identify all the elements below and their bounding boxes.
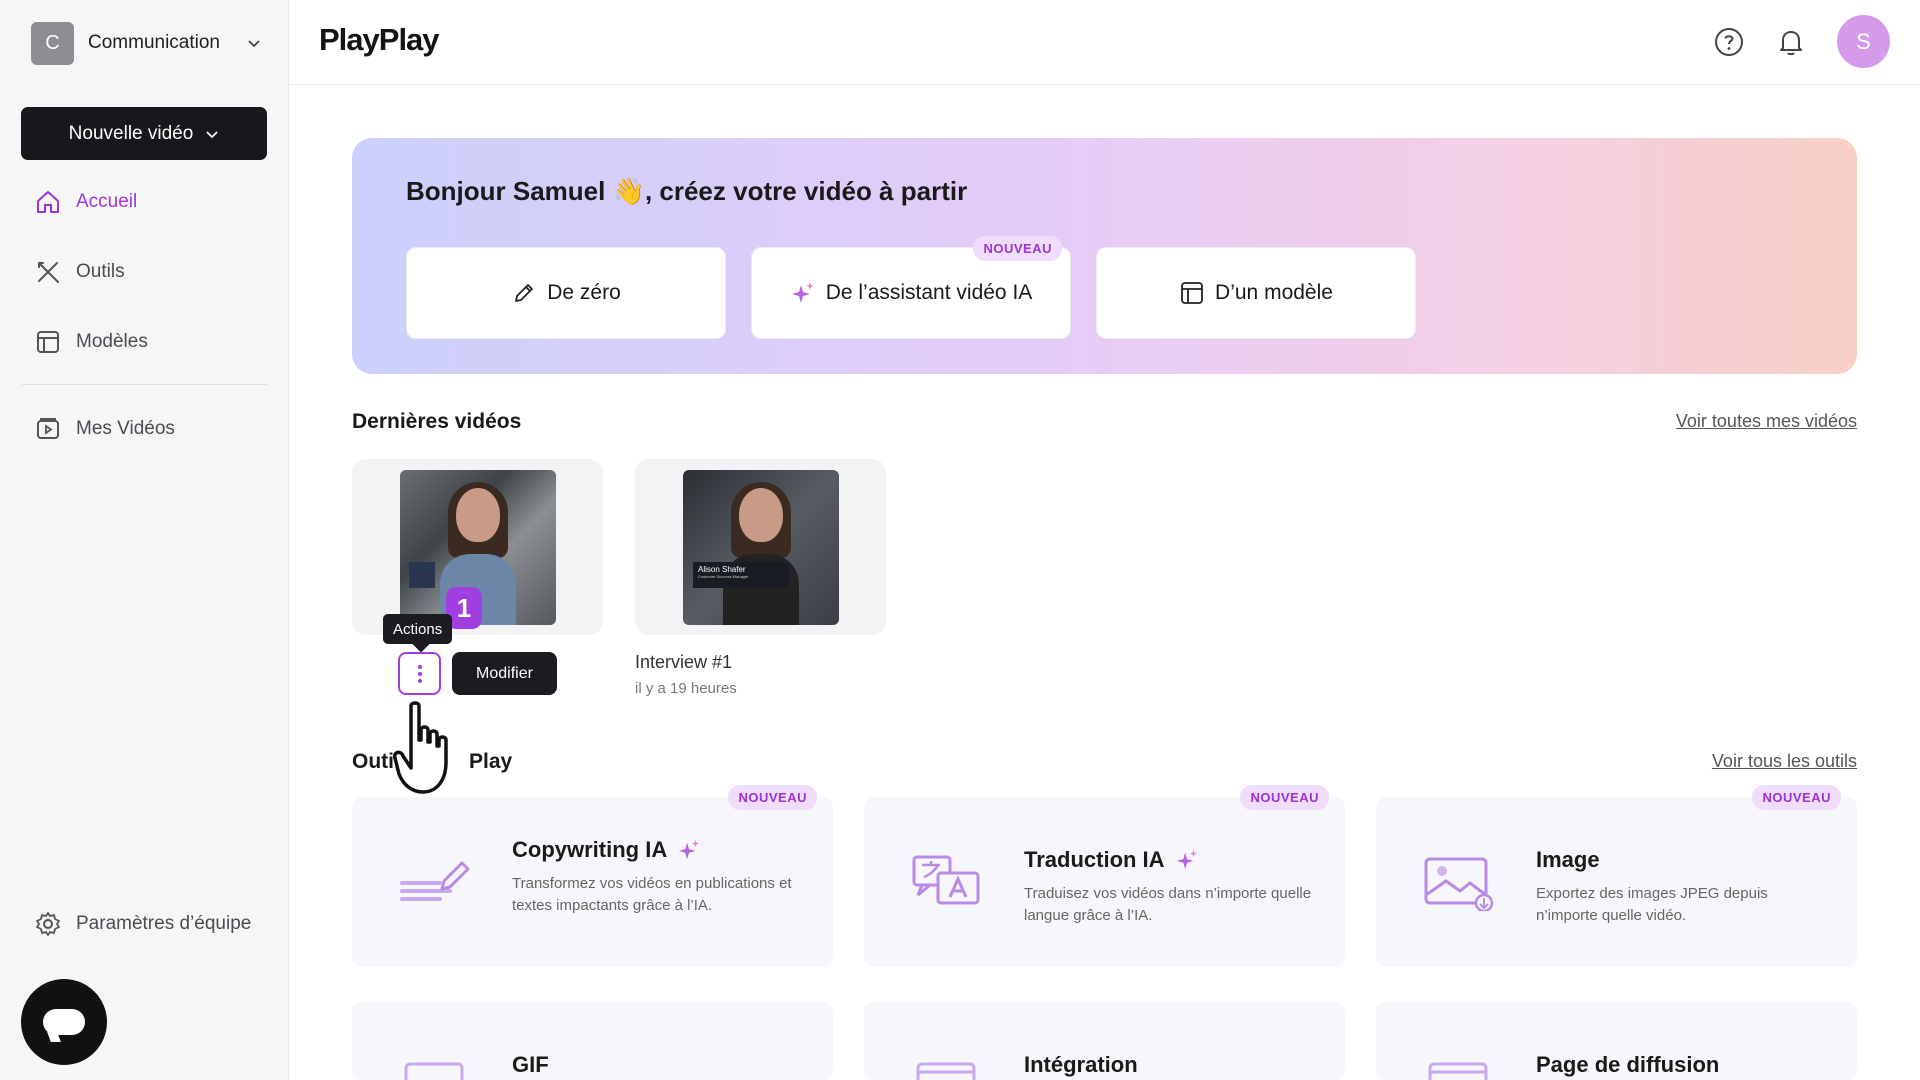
broadcast-page-icon — [1428, 1062, 1488, 1080]
sidebar: C Communication Nouvelle vidéo Accueil O… — [0, 0, 289, 1080]
tools-title-right: Play — [469, 750, 513, 773]
create-options: De zéro NOUVEAU De l’assistant vidéo IA … — [406, 236, 1416, 339]
nav-divider — [22, 384, 267, 385]
nav-item-templates[interactable]: Modèles — [22, 320, 268, 364]
integration-icon — [916, 1062, 976, 1080]
nav-item-tools[interactable]: Outils — [22, 250, 268, 294]
latest-videos-title: Dernières vidéos — [352, 410, 522, 433]
nav-item-my-videos[interactable]: Mes Vidéos — [22, 407, 268, 451]
template-label: D’un modèle — [1215, 281, 1333, 304]
main-nav: Accueil Outils Modèles — [22, 180, 268, 390]
scratch-label: De zéro — [547, 281, 621, 304]
video-title[interactable]: Interview #1 — [635, 652, 732, 673]
chat-icon — [43, 1009, 85, 1035]
workspace-name: Communication — [88, 32, 220, 53]
tool-description: Traduisez vos vidéos dans n’importe quel… — [1024, 885, 1312, 924]
tool-title: Intégration — [1024, 1052, 1138, 1077]
workspace-switcher[interactable]: C Communication — [31, 21, 261, 65]
nav-label-templates: Modèles — [76, 331, 148, 352]
app-logo: PlayPlay — [319, 22, 440, 57]
tools-icon — [38, 262, 59, 283]
tool-title: GIF — [512, 1052, 549, 1077]
tool-card-integration[interactable]: Intégration — [864, 1002, 1345, 1080]
video-library-icon — [37, 418, 59, 439]
team-settings-label: Paramètres d’équipe — [76, 913, 252, 934]
new-video-button[interactable]: Nouvelle vidéo — [21, 107, 267, 160]
sparkle-icon — [1176, 849, 1197, 870]
gif-icon — [404, 1062, 464, 1080]
video-timestamp: il y a 19 heures — [635, 680, 737, 697]
tool-card-gif[interactable]: GIF — [352, 1002, 833, 1080]
sparkle-icon — [791, 282, 814, 303]
tool-name: Image — [1536, 847, 1600, 873]
tool-description: Transformez vos vidéos en publications e… — [512, 875, 792, 914]
tool-name: Page de diffusion — [1536, 1052, 1719, 1078]
top-icons: S — [1713, 15, 1890, 68]
tool-card-broadcast-page[interactable]: Page de diffusion — [1376, 1002, 1857, 1080]
chevron-down-icon — [248, 40, 260, 48]
image-export-icon — [1424, 857, 1494, 911]
nav-label-tools: Outils — [76, 261, 125, 282]
person-image — [723, 482, 799, 625]
translation-icon — [912, 855, 980, 905]
new-badge: NOUVEAU — [1752, 785, 1841, 810]
logo-overlay — [409, 562, 435, 588]
tool-name: GIF — [512, 1052, 549, 1078]
see-all-tools-link[interactable]: Voir tous les outils — [1712, 751, 1857, 772]
edit-video-button[interactable]: Modifier — [452, 652, 557, 695]
tool-title: Page de diffusion — [1536, 1052, 1720, 1077]
tools-title-left: Outi — [352, 750, 394, 773]
tool-title: Image — [1536, 847, 1600, 872]
template-icon — [1181, 282, 1203, 304]
new-badge: NOUVEAU — [1240, 785, 1329, 810]
team-settings-link[interactable]: Paramètres d’équipe — [34, 910, 251, 938]
workspace-badge: C — [31, 21, 74, 65]
greeting-title: Bonjour Samuel 👋, créez votre vidéo à pa… — [406, 176, 968, 206]
create-from-scratch-button[interactable]: De zéro — [406, 247, 726, 339]
nav-item-home[interactable]: Accueil — [22, 180, 268, 224]
tool-card-image[interactable]: NOUVEAU Image Exportez des images JPEG d… — [1376, 785, 1857, 967]
chevron-down-icon — [206, 130, 218, 138]
template-icon — [37, 331, 59, 353]
tool-card-translation[interactable]: NOUVEAU Traduction IA Traduisez vos vidé… — [864, 785, 1345, 967]
create-from-template-button[interactable]: D’un modèle — [1096, 247, 1416, 339]
tool-name: Traduction IA — [1024, 847, 1199, 873]
lower-third-caption: Alison Shafer Customer Success Manager — [693, 562, 789, 588]
actions-tooltip: Actions — [383, 614, 453, 644]
nav-label-my-videos: Mes Vidéos — [76, 418, 175, 439]
new-video-label: Nouvelle vidéo — [68, 122, 194, 144]
hand-cursor-icon — [393, 701, 448, 794]
tool-card-copywriting[interactable]: NOUVEAU Copywriting IA Transformez vos v… — [352, 785, 833, 967]
home-icon — [37, 191, 59, 213]
chat-support-button[interactable] — [21, 979, 107, 1065]
user-avatar[interactable]: S — [1837, 15, 1890, 68]
create-video-banner: Bonjour Samuel 👋, créez votre vidéo à pa… — [352, 138, 1857, 374]
top-bar: PlayPlay S — [289, 0, 1920, 85]
tool-title: Traduction IA — [1024, 847, 1165, 872]
see-all-videos-link[interactable]: Voir toutes mes vidéos — [1676, 411, 1857, 432]
tool-description: Exportez des images JPEG depuis n’import… — [1536, 885, 1768, 924]
tool-name: Copywriting IA — [512, 837, 701, 863]
video-card[interactable]: Alison Shafer Customer Success Manager — [635, 459, 886, 635]
nav-label-home: Accueil — [76, 191, 138, 212]
lower-third-role: Customer Success Manager — [698, 573, 749, 579]
copywriting-icon — [400, 861, 470, 901]
tool-name: Intégration — [1024, 1052, 1138, 1078]
pencil-icon — [515, 284, 534, 302]
ai-assistant-label: De l’assistant vidéo IA — [825, 281, 1033, 304]
more-actions-button[interactable] — [398, 652, 441, 695]
bell-icon[interactable] — [1775, 26, 1807, 58]
new-badge: NOUVEAU — [728, 785, 817, 810]
create-from-ai-assistant-button[interactable]: NOUVEAU De l’assistant vidéo IA — [751, 236, 1071, 339]
help-icon[interactable] — [1713, 26, 1745, 58]
sparkle-icon — [679, 839, 700, 860]
video-thumbnail: Alison Shafer Customer Success Manager — [683, 470, 839, 625]
gear-icon — [36, 912, 60, 936]
tool-title: Copywriting IA — [512, 837, 668, 862]
new-badge: NOUVEAU — [973, 236, 1062, 261]
